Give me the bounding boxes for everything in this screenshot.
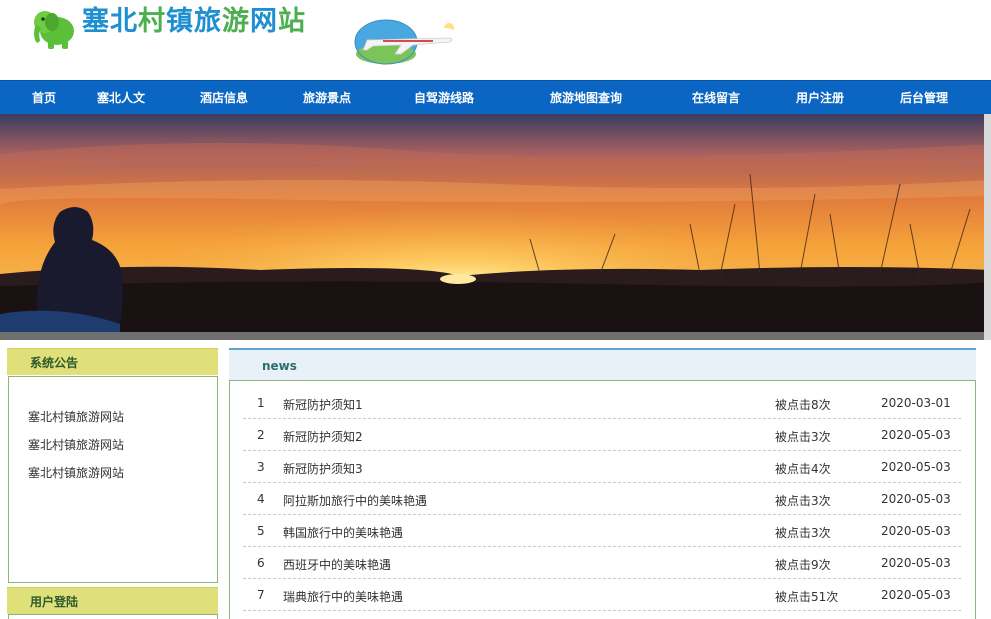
site-title-char: 站 bbox=[278, 6, 306, 37]
news-row[interactable]: 4 阿拉斯加旅行中的美味艳遇 被点击3次 2020-05-03 bbox=[243, 483, 961, 515]
nav-item-messages[interactable]: 在线留言 bbox=[692, 81, 740, 115]
news-row-number: 7 bbox=[257, 588, 265, 602]
notice-heading: 系统公告 bbox=[30, 356, 79, 370]
site-title-char: 游 bbox=[222, 6, 250, 37]
notice-item[interactable]: 塞北村镇旅游网站 bbox=[28, 436, 124, 453]
notice-item[interactable]: 塞北村镇旅游网站 bbox=[28, 464, 124, 481]
news-row[interactable]: 1 新冠防护须知1 被点击8次 2020-03-01 bbox=[243, 387, 961, 419]
news-row-number: 2 bbox=[257, 428, 265, 442]
news-row-clicks: 被点击51次 bbox=[775, 590, 839, 604]
news-row-date: 2020-05-03 bbox=[881, 428, 951, 442]
nav-item-attractions[interactable]: 旅游景点 bbox=[303, 81, 351, 115]
news-row-date: 2020-03-01 bbox=[881, 396, 951, 410]
news-row-clicks: 被点击3次 bbox=[775, 526, 831, 540]
nav-item-driving-routes[interactable]: 自驾游线路 bbox=[414, 81, 474, 115]
news-row[interactable]: 5 韩国旅行中的美味艳遇 被点击3次 2020-05-03 bbox=[243, 515, 961, 547]
nav-item-admin[interactable]: 后台管理 bbox=[900, 81, 948, 115]
login-heading: 用户登陆 bbox=[30, 595, 79, 609]
notice-panel: 塞北村镇旅游网站 塞北村镇旅游网站 塞北村镇旅游网站 bbox=[8, 376, 218, 583]
banner-divider bbox=[0, 332, 991, 340]
elephant-logo-icon[interactable] bbox=[30, 4, 78, 52]
news-row-title[interactable]: 新冠防护须知1 bbox=[283, 396, 363, 413]
site-title-char: 塞 bbox=[82, 6, 110, 37]
news-row-number: 4 bbox=[257, 492, 265, 506]
news-row-title[interactable]: 新冠防护须知3 bbox=[283, 460, 363, 477]
site-title-char: 网 bbox=[250, 6, 278, 37]
banner-edge bbox=[984, 114, 991, 340]
news-row-number: 1 bbox=[257, 396, 265, 410]
news-row-title[interactable]: 韩国旅行中的美味艳遇 bbox=[283, 524, 403, 541]
news-row[interactable]: 7 瑞典旅行中的美味艳遇 被点击51次 2020-05-03 bbox=[243, 579, 961, 611]
news-row-clicks: 被点击9次 bbox=[775, 558, 831, 572]
nav-item-home[interactable]: 首页 bbox=[32, 81, 56, 115]
nav-item-register[interactable]: 用户注册 bbox=[796, 81, 844, 115]
site-title-char: 村 bbox=[138, 6, 166, 37]
news-row-date: 2020-05-03 bbox=[881, 524, 951, 538]
main-nav: 首页 塞北人文 酒店信息 旅游景点 自驾游线路 旅游地图查询 在线留言 用户注册… bbox=[0, 80, 991, 114]
site-title-char: 旅 bbox=[194, 6, 222, 37]
news-row-clicks: 被点击4次 bbox=[775, 462, 831, 476]
sunset-banner-image bbox=[0, 114, 991, 332]
news-row-clicks: 被点击3次 bbox=[775, 494, 831, 508]
news-row-date: 2020-05-03 bbox=[881, 492, 951, 506]
news-row[interactable]: 6 西班牙中的美味艳遇 被点击9次 2020-05-03 bbox=[243, 547, 961, 579]
nav-item-culture[interactable]: 塞北人文 bbox=[97, 81, 145, 115]
news-row-title[interactable]: 西班牙中的美味艳遇 bbox=[283, 556, 391, 573]
news-row-clicks: 被点击8次 bbox=[775, 398, 831, 412]
login-panel bbox=[8, 614, 218, 619]
login-heading-bar: 用户登陆 bbox=[7, 587, 218, 614]
notice-heading-bar: 系统公告 bbox=[7, 348, 218, 375]
news-row-title[interactable]: 新冠防护须知2 bbox=[283, 428, 363, 445]
site-title[interactable]: 塞北村镇旅游网站 bbox=[82, 4, 306, 40]
news-row-date: 2020-05-03 bbox=[881, 460, 951, 474]
nav-item-hotels[interactable]: 酒店信息 bbox=[200, 81, 248, 115]
news-row-number: 5 bbox=[257, 524, 265, 538]
site-title-char: 北 bbox=[110, 6, 138, 37]
news-row[interactable]: 2 新冠防护须知2 被点击3次 2020-05-03 bbox=[243, 419, 961, 451]
news-row-title[interactable]: 瑞典旅行中的美味艳遇 bbox=[283, 588, 403, 605]
news-row-date: 2020-05-03 bbox=[881, 556, 951, 570]
news-heading: news bbox=[262, 359, 297, 373]
news-row-date: 2020-05-03 bbox=[881, 588, 951, 602]
notice-item[interactable]: 塞北村镇旅游网站 bbox=[28, 408, 124, 425]
news-header-bar: news bbox=[229, 348, 976, 380]
site-header: 塞北村镇旅游网站 bbox=[0, 0, 991, 80]
news-row-number: 3 bbox=[257, 460, 265, 474]
news-row-number: 6 bbox=[257, 556, 265, 570]
news-row[interactable]: 3 新冠防护须知3 被点击4次 2020-05-03 bbox=[243, 451, 961, 483]
airplane-badge-icon bbox=[354, 19, 454, 65]
nav-item-map-query[interactable]: 旅游地图查询 bbox=[550, 81, 622, 115]
news-panel: 1 新冠防护须知1 被点击8次 2020-03-01 2 新冠防护须知2 被点击… bbox=[229, 380, 976, 619]
news-row-title[interactable]: 阿拉斯加旅行中的美味艳遇 bbox=[283, 492, 427, 509]
site-title-char: 镇 bbox=[166, 6, 194, 37]
news-row-clicks: 被点击3次 bbox=[775, 430, 831, 444]
